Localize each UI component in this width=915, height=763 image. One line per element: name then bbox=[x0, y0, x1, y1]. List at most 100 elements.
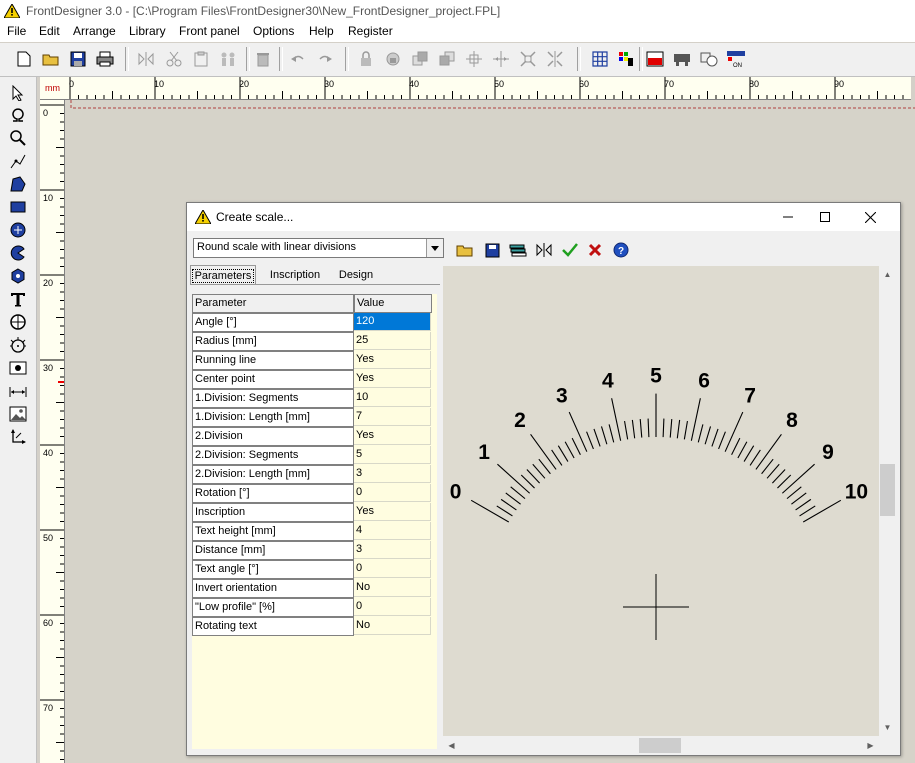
expand-button[interactable] bbox=[517, 48, 539, 70]
maximize-button[interactable] bbox=[810, 207, 840, 227]
cut-button[interactable] bbox=[163, 48, 185, 70]
table-row[interactable]: 2.Division: Segments 5 bbox=[192, 446, 435, 465]
menu-file[interactable]: File bbox=[7, 24, 26, 38]
save-button[interactable] bbox=[67, 48, 89, 70]
table-row[interactable]: 1.Division: Length [mm] 7 bbox=[192, 408, 435, 427]
mirror-scale-button[interactable] bbox=[535, 241, 553, 259]
dimension-tool[interactable] bbox=[7, 381, 29, 401]
circle-tool[interactable] bbox=[7, 220, 29, 240]
table-row[interactable]: 2.Division Yes bbox=[192, 427, 435, 446]
table-row[interactable]: Center point Yes bbox=[192, 370, 435, 389]
text-tool[interactable] bbox=[7, 289, 29, 309]
vertical-ruler[interactable]: 0 10 20 30 40 50 60 70 bbox=[40, 100, 65, 763]
redo-button[interactable] bbox=[314, 48, 336, 70]
table-row[interactable]: Invert orientation No bbox=[192, 579, 435, 598]
housing-button[interactable] bbox=[671, 48, 693, 70]
scale-tool[interactable] bbox=[7, 335, 29, 355]
table-row[interactable]: Inscription Yes bbox=[192, 503, 435, 522]
grid-button[interactable] bbox=[589, 48, 611, 70]
table-row[interactable]: "Low profile" [%] 0 bbox=[192, 598, 435, 617]
group-button[interactable] bbox=[217, 48, 239, 70]
library-button[interactable] bbox=[509, 241, 527, 259]
parameter-value-cell[interactable]: Yes bbox=[354, 503, 431, 521]
paste-button[interactable] bbox=[190, 48, 212, 70]
menu-options[interactable]: Options bbox=[253, 24, 294, 38]
parameter-value-cell[interactable]: 0 bbox=[354, 560, 431, 578]
save-scale-button[interactable] bbox=[483, 241, 501, 259]
parameter-value-cell[interactable]: 7 bbox=[354, 408, 431, 426]
parameter-value-cell[interactable]: No bbox=[354, 617, 431, 635]
menu-library[interactable]: Library bbox=[129, 24, 166, 38]
zoom-tool[interactable] bbox=[7, 128, 29, 148]
minimize-button[interactable] bbox=[773, 207, 803, 227]
drill-hole-tool[interactable] bbox=[7, 312, 29, 332]
parameter-value-cell[interactable]: 120 bbox=[354, 313, 431, 331]
select-tool[interactable] bbox=[7, 83, 29, 103]
menu-front-panel[interactable]: Front panel bbox=[179, 24, 240, 38]
scroll-down-arrow[interactable]: ▼ bbox=[879, 719, 896, 736]
close-button[interactable] bbox=[855, 207, 885, 227]
parameter-value-cell[interactable]: Yes bbox=[354, 351, 431, 369]
distribute-button[interactable] bbox=[490, 48, 512, 70]
table-row[interactable]: Running line Yes bbox=[192, 351, 435, 370]
send-back-button[interactable] bbox=[436, 48, 458, 70]
table-row[interactable]: Radius [mm] 25 bbox=[192, 332, 435, 351]
scroll-left-arrow[interactable]: ◀ bbox=[443, 737, 460, 754]
scroll-right-arrow[interactable]: ▶ bbox=[862, 737, 879, 754]
parameter-value-cell[interactable]: 3 bbox=[354, 541, 431, 559]
horizontal-scroll-thumb[interactable] bbox=[639, 738, 681, 753]
horizontal-ruler[interactable]: 0 10 20 30 40 50 60 70 80 90 bbox=[66, 77, 911, 100]
parameter-value-cell[interactable]: 4 bbox=[354, 522, 431, 540]
chevron-down-icon[interactable] bbox=[426, 239, 443, 257]
table-row[interactable]: Rotating text No bbox=[192, 617, 435, 636]
new-file-button[interactable] bbox=[13, 48, 35, 70]
rotate-tool[interactable] bbox=[7, 105, 29, 125]
lock-button[interactable] bbox=[355, 48, 377, 70]
tab-parameters[interactable]: Parameters bbox=[190, 265, 256, 285]
open-file-button[interactable] bbox=[40, 48, 62, 70]
parameter-value-cell[interactable]: Yes bbox=[354, 370, 431, 388]
table-row[interactable]: 1.Division: Segments 10 bbox=[192, 389, 435, 408]
bring-front-button[interactable] bbox=[409, 48, 431, 70]
table-row[interactable]: Angle [°] 120 bbox=[192, 313, 435, 332]
image-tool[interactable] bbox=[7, 404, 29, 424]
dialog-title-bar[interactable]: Create scale... bbox=[187, 203, 900, 231]
parameter-value-cell[interactable]: 3 bbox=[354, 465, 431, 483]
component-tool[interactable] bbox=[7, 358, 29, 378]
unlock-button[interactable] bbox=[382, 48, 404, 70]
tab-inscription[interactable]: Inscription bbox=[263, 265, 327, 284]
polygon-tool[interactable] bbox=[7, 174, 29, 194]
align-center-button[interactable] bbox=[463, 48, 485, 70]
table-row[interactable]: Text height [mm] 4 bbox=[192, 522, 435, 541]
parameter-value-cell[interactable]: 10 bbox=[354, 389, 431, 407]
ok-button[interactable] bbox=[561, 241, 579, 259]
cancel-button[interactable] bbox=[586, 241, 604, 259]
parameter-value-cell[interactable]: Yes bbox=[354, 427, 431, 445]
parameter-value-cell[interactable]: 0 bbox=[354, 484, 431, 502]
scale-type-select[interactable]: Round scale with linear divisions bbox=[193, 238, 444, 258]
print-button[interactable] bbox=[94, 48, 116, 70]
menu-arrange[interactable]: Arrange bbox=[73, 24, 116, 38]
undo-button[interactable] bbox=[287, 48, 309, 70]
open-scale-button[interactable] bbox=[456, 241, 474, 259]
parameter-value-cell[interactable]: 25 bbox=[354, 332, 431, 350]
panel-button[interactable] bbox=[644, 48, 666, 70]
scroll-up-arrow[interactable]: ▲ bbox=[879, 266, 896, 283]
shrink-button[interactable] bbox=[544, 48, 566, 70]
menu-register[interactable]: Register bbox=[348, 24, 393, 38]
help-button[interactable]: ? bbox=[612, 241, 630, 259]
coordinate-tool[interactable] bbox=[7, 427, 29, 447]
tab-design[interactable]: Design bbox=[333, 265, 379, 284]
mirror-button[interactable] bbox=[135, 48, 157, 70]
table-row[interactable]: Distance [mm] 3 bbox=[192, 541, 435, 560]
table-row[interactable]: 2.Division: Length [mm] 3 bbox=[192, 465, 435, 484]
preview-horizontal-scrollbar[interactable]: ◀ ▶ bbox=[443, 737, 879, 754]
rectangle-tool[interactable] bbox=[7, 197, 29, 217]
delete-button[interactable] bbox=[252, 48, 274, 70]
parameter-value-cell[interactable]: No bbox=[354, 579, 431, 597]
table-row[interactable]: Rotation [°] 0 bbox=[192, 484, 435, 503]
preview-vertical-scrollbar[interactable]: ▲ ▼ bbox=[879, 266, 896, 736]
menu-edit[interactable]: Edit bbox=[39, 24, 60, 38]
vertical-scroll-thumb[interactable] bbox=[880, 464, 895, 516]
table-row[interactable]: Text angle [°] 0 bbox=[192, 560, 435, 579]
